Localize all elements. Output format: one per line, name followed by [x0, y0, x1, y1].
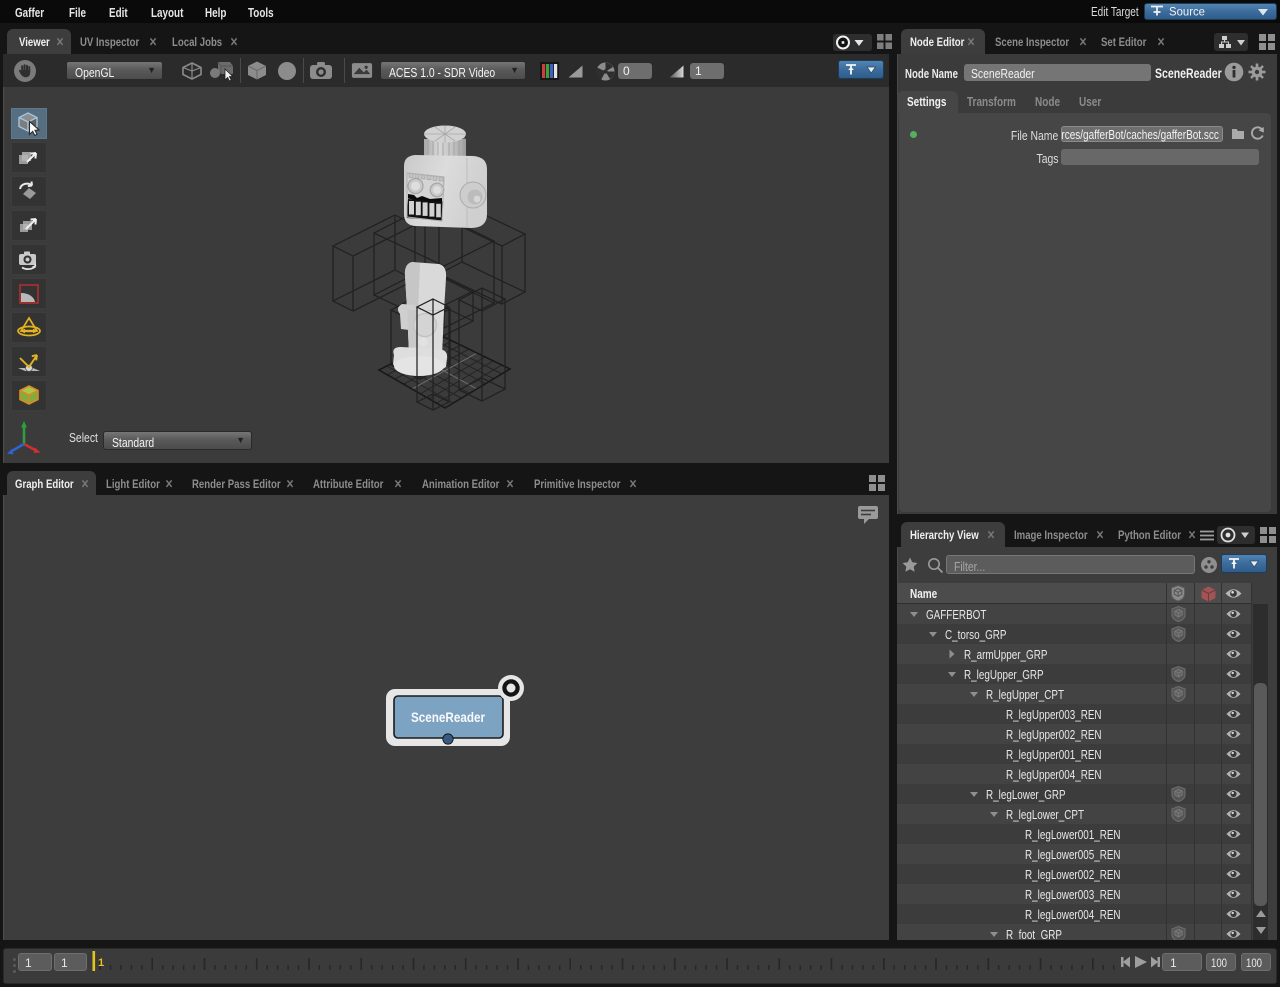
svg-text:SceneReader: SceneReader — [411, 710, 486, 725]
svg-text:1: 1 — [98, 957, 104, 969]
svg-text:Source: Source — [1169, 5, 1205, 19]
